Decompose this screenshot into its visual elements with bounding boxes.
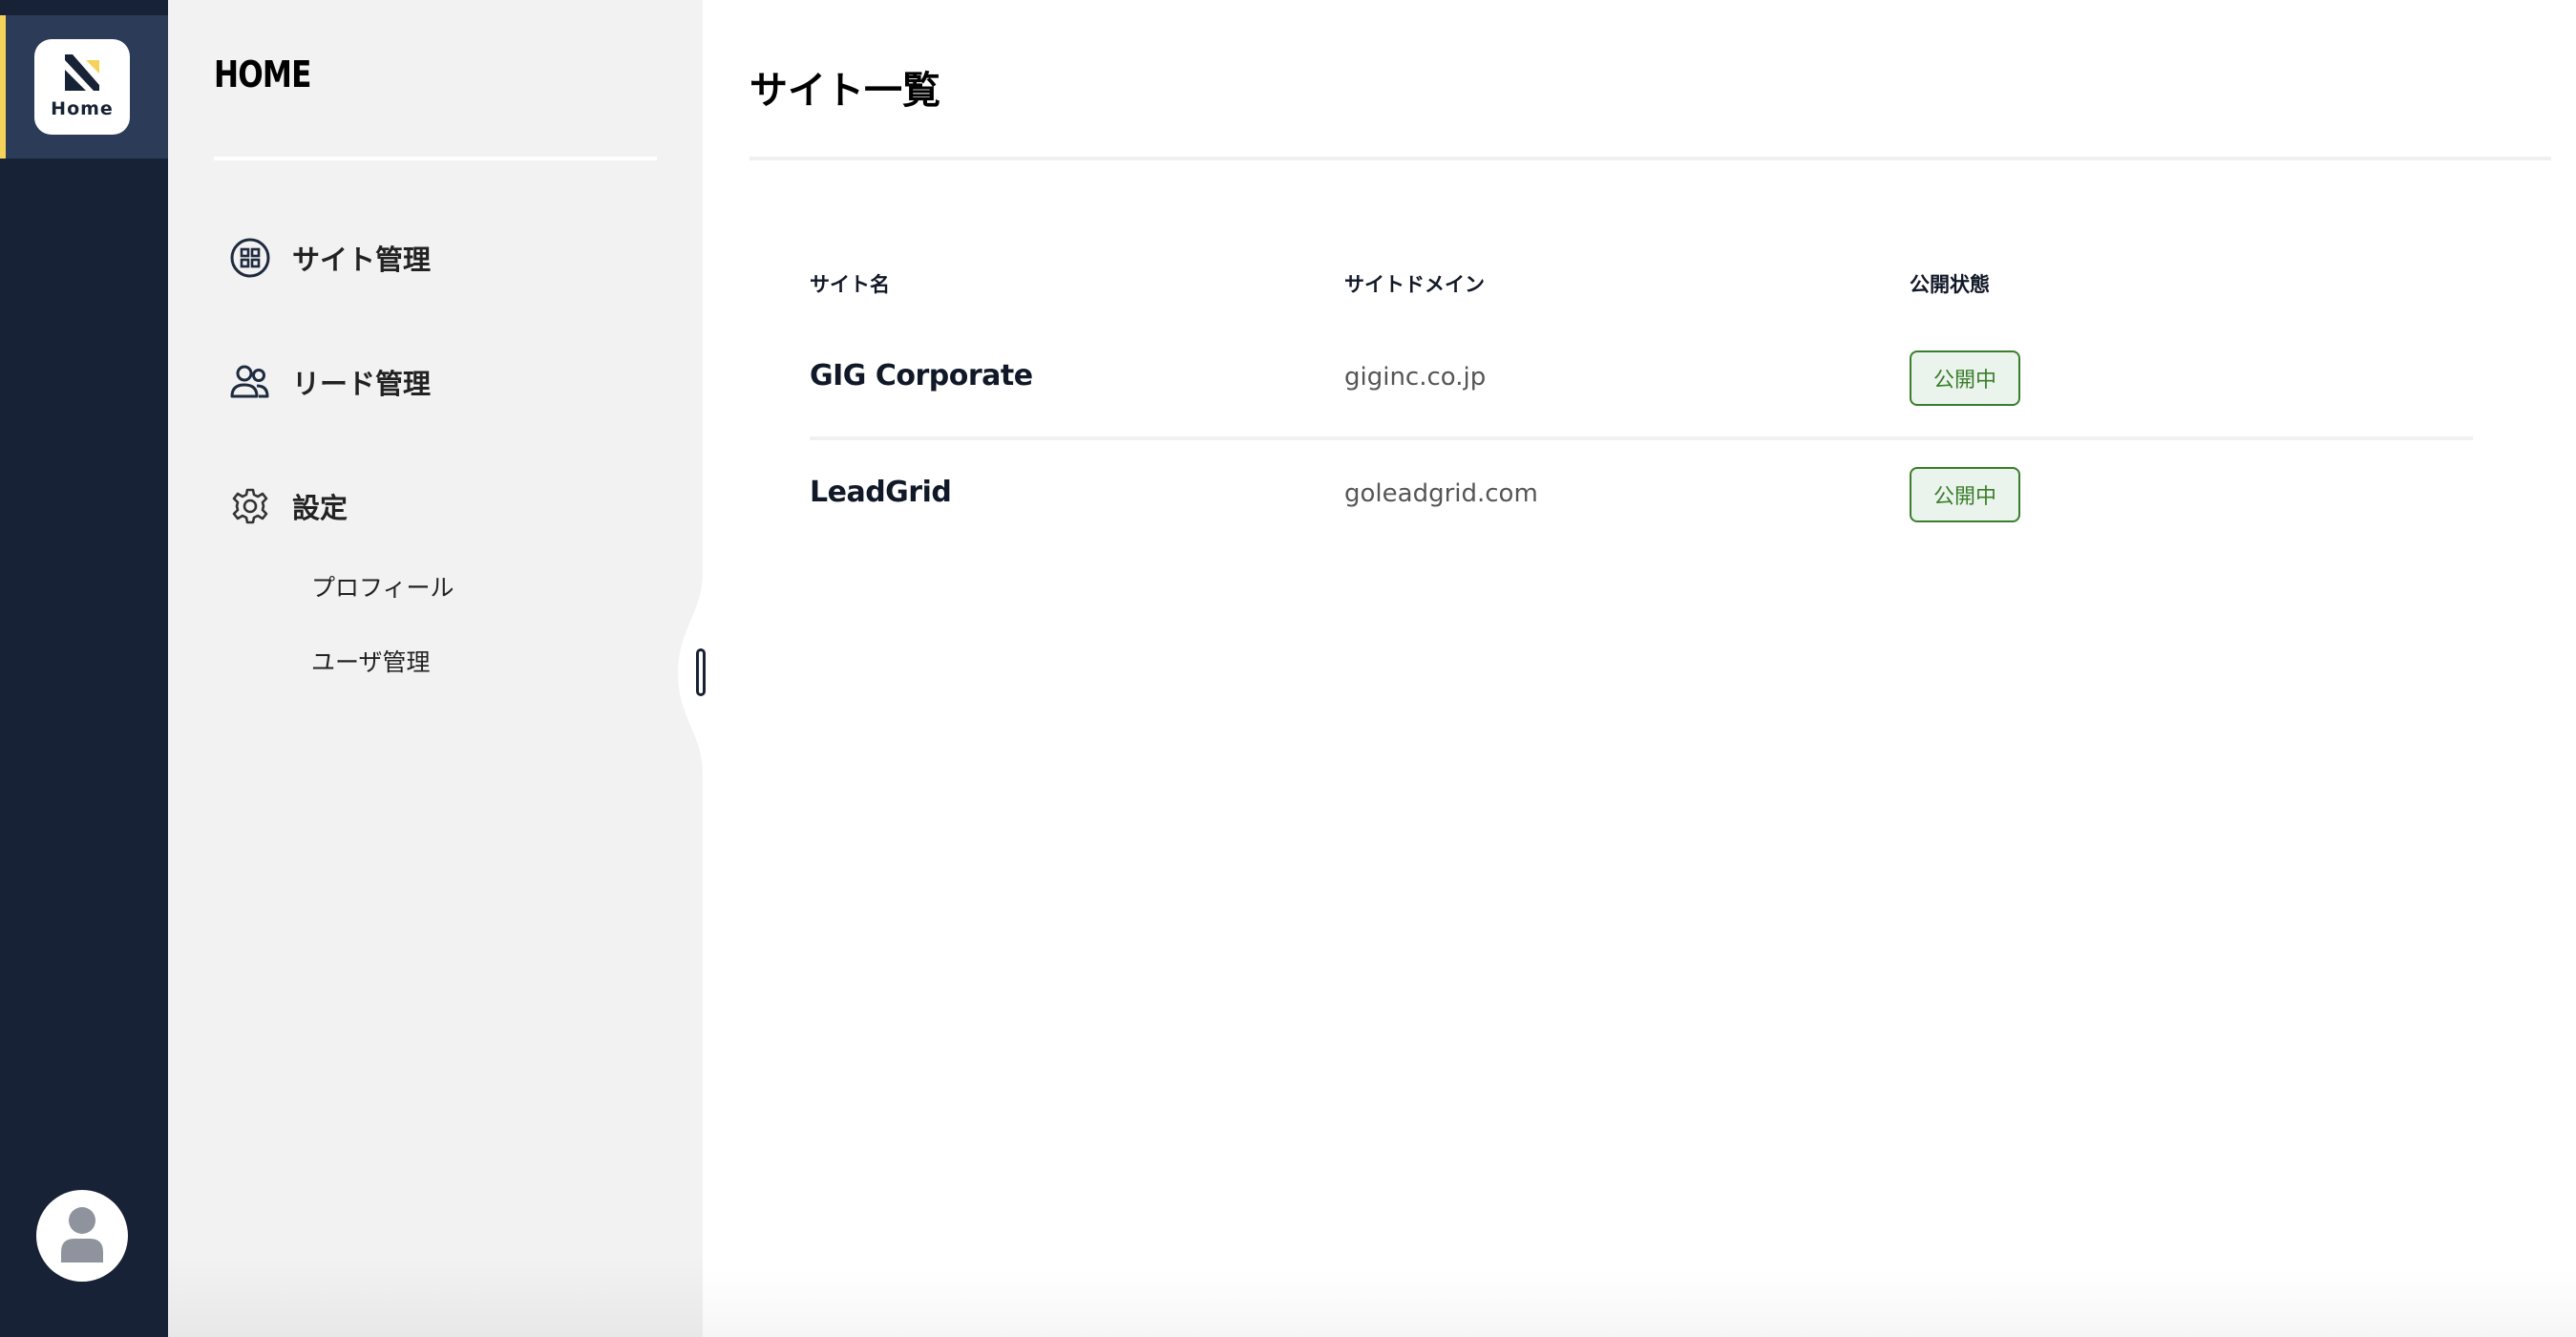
panel-collapse-handle[interactable]: [696, 648, 706, 696]
home-label: Home: [51, 98, 114, 119]
nav-item-site-management[interactable]: サイト管理: [229, 237, 431, 279]
site-name[interactable]: LeadGrid: [810, 476, 952, 509]
nav-item-label: リード管理: [292, 368, 432, 400]
nav-item-label: サイト管理: [292, 244, 432, 276]
column-header-domain: サイトドメイン: [1344, 273, 1485, 296]
page-title: サイト一覧: [750, 69, 940, 113]
gear-icon: [229, 485, 271, 527]
title-divider: [750, 157, 2551, 160]
nav-subitem-user-management[interactable]: ユーザ管理: [311, 644, 431, 678]
main-content: サイト一覧 サイト名 サイトドメイン 公開状態 GIG Corporate gi…: [703, 0, 2576, 1337]
users-icon: [229, 361, 271, 403]
user-avatar-icon: [61, 1207, 103, 1263]
active-indicator: [0, 15, 6, 159]
brand-logo-icon: [65, 54, 99, 91]
site-domain: giginc.co.jp: [1344, 363, 1487, 392]
nav-item-settings[interactable]: 設定: [229, 485, 348, 527]
status-badge: 公開中: [1910, 350, 2020, 406]
nav-item-label: 設定: [292, 492, 348, 524]
site-name[interactable]: GIG Corporate: [810, 359, 1033, 393]
panel-title: HOME: [214, 53, 311, 96]
grid-circle-icon: [229, 237, 271, 279]
column-header-status: 公開状態: [1910, 273, 1990, 296]
nav-subitem-profile[interactable]: プロフィール: [311, 569, 454, 604]
column-header-site-name: サイト名: [810, 273, 890, 296]
home-button[interactable]: Home: [34, 39, 130, 135]
app-rail: Home: [0, 0, 168, 1337]
row-divider: [810, 436, 2473, 440]
status-badge: 公開中: [1910, 467, 2020, 522]
user-avatar-button[interactable]: [36, 1190, 128, 1282]
nav-panel: HOME サイト管理 リード管理 設定 プロフィール ユーザ管理: [168, 0, 703, 1337]
panel-divider: [214, 157, 657, 160]
site-domain: goleadgrid.com: [1344, 479, 1538, 508]
nav-item-lead-management[interactable]: リード管理: [229, 361, 431, 403]
